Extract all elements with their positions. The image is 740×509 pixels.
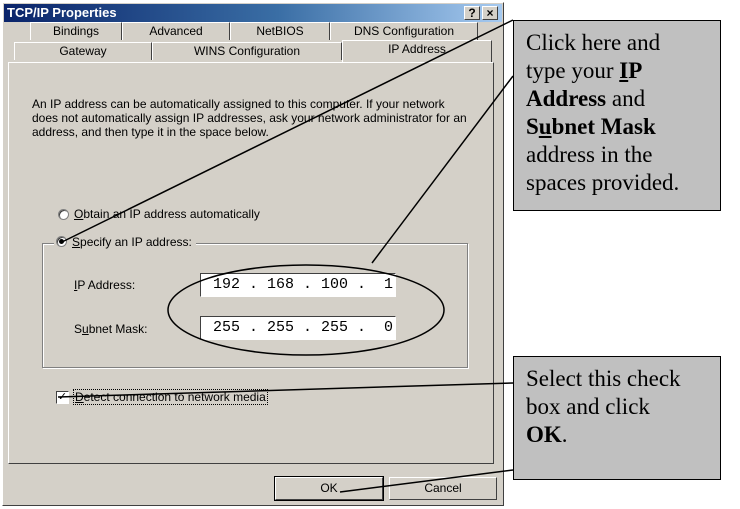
- callout-text: Address and: [526, 86, 646, 111]
- tab-wins-configuration[interactable]: WINS Configuration: [152, 42, 342, 60]
- callout-text: type your IP: [526, 58, 643, 83]
- tab-netbios[interactable]: NetBIOS: [230, 22, 330, 40]
- callout-text: Subnet Mask: [526, 114, 656, 139]
- specify-ip-radio[interactable]: [56, 236, 67, 247]
- help-button[interactable]: ?: [464, 6, 480, 20]
- callout-text: address in the: [526, 142, 653, 167]
- callout-text: OK.: [526, 422, 568, 447]
- detect-connection-label: Detect connection to network media: [73, 389, 268, 405]
- cancel-button[interactable]: Cancel: [389, 477, 497, 500]
- tab-advanced[interactable]: Advanced: [122, 22, 230, 40]
- tab-gateway[interactable]: Gateway: [14, 42, 152, 60]
- ip-address-label: IP Address:: [74, 278, 136, 292]
- detect-connection-checkbox[interactable]: ✓: [56, 391, 69, 404]
- window-title: TCP/IP Properties: [7, 5, 117, 20]
- callout-text: Select this check: [526, 366, 681, 391]
- title-bar[interactable]: TCP/IP Properties ? ×: [4, 4, 502, 22]
- subnet-mask-input[interactable]: 255 . 255 . 255 . 0: [200, 316, 396, 340]
- specify-ip-group: [42, 243, 468, 368]
- obtain-ip-label: Obtain an IP address automatically: [74, 207, 260, 221]
- tab-bindings[interactable]: Bindings: [30, 22, 122, 40]
- ip-address-input[interactable]: 192 . 168 . 100 . 1: [200, 273, 396, 297]
- tab-dns-configuration[interactable]: DNS Configuration: [330, 22, 478, 40]
- ok-button[interactable]: OK: [274, 476, 384, 501]
- close-button[interactable]: ×: [482, 6, 498, 20]
- ip-description: An IP address can be automatically assig…: [32, 97, 467, 139]
- tab-ip-address[interactable]: IP Address: [342, 40, 492, 62]
- callout-text: box and click: [526, 394, 650, 419]
- specify-ip-option: Specify an IP address:: [54, 235, 196, 251]
- callout-text: Click here and: [526, 30, 661, 55]
- ip-instruction-callout: Click here and type your IP Address and …: [513, 20, 721, 211]
- checkbox-instruction-callout: Select this check box and click OK.: [513, 356, 721, 480]
- subnet-mask-label: Subnet Mask:: [74, 322, 148, 336]
- callout-text: spaces provided.: [526, 170, 680, 195]
- obtain-ip-radio[interactable]: [58, 209, 69, 220]
